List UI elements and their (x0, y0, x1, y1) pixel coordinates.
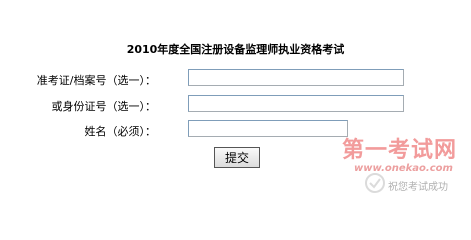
name-label: 姓名（必须）： (84, 125, 157, 138)
exam-number-input[interactable] (188, 69, 404, 86)
watermark-slogan: 祝您考试成功 (388, 182, 448, 193)
id-number-input[interactable] (188, 95, 404, 112)
id-number-row: 或身份证号（选一）： (0, 95, 471, 117)
watermark-title: 第一考试网 (342, 137, 458, 163)
watermark: 第一考试网 www.onekao.com 祝您考试成功 (330, 128, 471, 202)
name-input[interactable] (188, 120, 348, 137)
submit-button[interactable]: 提交 (214, 147, 260, 168)
form-title: 2010年度全国注册设备监理师执业资格考试 (126, 43, 345, 56)
id-number-label: 或身份证号（选一）： (51, 100, 157, 113)
exam-number-row: 准考证/档案号（选一）： (0, 69, 471, 91)
watermark-logo-icon (365, 173, 385, 193)
exam-number-label: 准考证/档案号（选一）： (36, 74, 156, 87)
